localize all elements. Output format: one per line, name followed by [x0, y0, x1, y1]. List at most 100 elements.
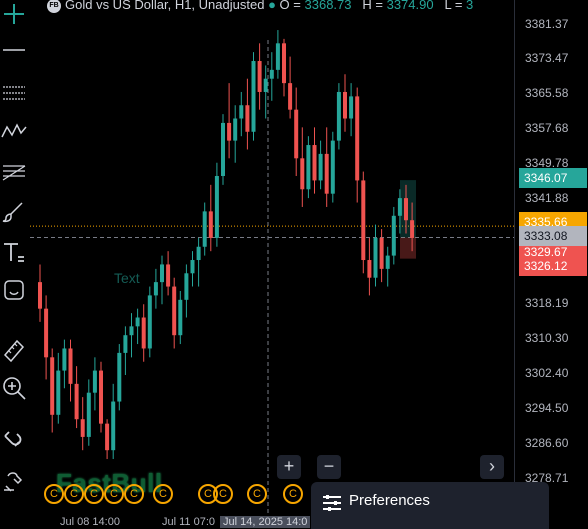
candle-body — [251, 61, 256, 132]
candle-body — [196, 246, 201, 261]
candle-body — [214, 175, 219, 238]
candle-body — [141, 317, 146, 349]
ruler-icon[interactable] — [0, 336, 28, 364]
last-price-label: 3326.12 — [519, 256, 587, 276]
price-tick: 3286.60 — [525, 436, 569, 450]
candle-body — [300, 158, 305, 190]
fastbull-badge-icon: FB — [47, 0, 61, 13]
candle-body — [166, 264, 171, 287]
position-tp-label: 3346.07 — [519, 168, 587, 188]
brush-icon[interactable] — [0, 198, 28, 226]
candle-body — [38, 282, 42, 309]
candle-body — [391, 215, 396, 256]
candle-body — [221, 122, 225, 176]
candle-body — [184, 273, 189, 300]
low-value: 3 — [466, 0, 474, 12]
preferences-label: Preferences — [349, 492, 430, 509]
event-marker-icon[interactable]: C — [64, 484, 84, 504]
price-tick: 3318.19 — [525, 296, 569, 310]
event-marker-icon[interactable]: C — [283, 484, 303, 504]
event-marker-icon[interactable]: C — [213, 484, 233, 504]
candle-body — [367, 260, 372, 278]
zoom-in-icon[interactable] — [0, 374, 28, 402]
candle-body — [410, 220, 415, 238]
candle-body — [263, 78, 268, 92]
candle-body — [86, 392, 91, 437]
price-tick: 3294.50 — [525, 401, 569, 415]
magnet-icon[interactable] — [0, 426, 28, 454]
candle-body — [74, 383, 79, 420]
event-marker-icon[interactable]: C — [247, 484, 267, 504]
crosshair-time-label: Jul 14, 2025 14:0 — [220, 516, 311, 528]
candle-body — [190, 260, 195, 274]
open-value: 3368.73 — [304, 0, 352, 12]
candle-body — [233, 118, 238, 141]
candle-body — [294, 109, 299, 159]
zoom-in-button[interactable]: + — [277, 455, 301, 479]
text-tool-icon[interactable] — [0, 238, 28, 266]
emoji-icon[interactable] — [0, 276, 28, 304]
time-label: Jul 11 07:0 — [162, 516, 216, 528]
candle-body — [123, 335, 128, 353]
candle-body — [160, 264, 164, 283]
price-tick: 3302.40 — [525, 366, 569, 380]
scroll-right-button[interactable]: › — [480, 455, 504, 479]
time-label: Jul 08 14:00 — [60, 516, 120, 528]
candle-body — [153, 282, 158, 296]
candle-body — [324, 153, 329, 194]
candle-body — [275, 43, 280, 70]
candle-body — [80, 419, 85, 437]
chart-legend: FB Gold vs US Dollar, H1, Unadjusted ● O … — [47, 0, 473, 13]
zoom-out-button[interactable]: − — [317, 455, 341, 479]
candle-body — [385, 255, 390, 269]
candle-body — [202, 211, 207, 247]
text-annotation[interactable]: Text — [114, 270, 140, 286]
candle-body — [111, 401, 116, 451]
candle-body — [397, 198, 402, 216]
fib-retracement-icon[interactable] — [0, 158, 28, 186]
candle-body — [269, 69, 274, 79]
candle-body — [227, 122, 232, 141]
crosshair-icon[interactable] — [0, 0, 28, 28]
parallel-channel-icon[interactable] — [0, 78, 28, 106]
price-axis[interactable]: 3381.37 3373.47 3365.58 3357.68 3349.78 … — [514, 0, 588, 529]
lock-icon[interactable] — [0, 468, 28, 496]
candle-body — [355, 96, 360, 181]
candle-body — [208, 211, 213, 238]
position-loss-zone — [400, 237, 416, 259]
candle-body — [178, 299, 183, 336]
candle-body — [99, 370, 103, 424]
event-marker-icon[interactable]: C — [153, 484, 173, 504]
high-value: 3374.90 — [386, 0, 434, 12]
event-marker-icon[interactable]: C — [104, 484, 124, 504]
event-marker-icon[interactable]: C — [124, 484, 144, 504]
event-marker-icon[interactable]: C — [84, 484, 104, 504]
settings-sliders-icon — [323, 495, 341, 511]
price-tick: 3357.68 — [525, 121, 569, 135]
candle-body — [306, 145, 311, 190]
candle-body — [50, 357, 55, 415]
candle-body — [245, 105, 250, 132]
candle-body — [361, 180, 366, 261]
crosshair-price-label: 3333.08 — [519, 226, 587, 246]
candle-body — [373, 237, 378, 278]
horizontal-line-icon[interactable] — [0, 36, 28, 64]
candle-body — [105, 423, 110, 451]
price-tick: 3341.88 — [525, 191, 569, 205]
pattern-icon[interactable] — [0, 116, 28, 144]
symbol-title[interactable]: Gold vs US Dollar, H1, Unadjusted — [65, 0, 264, 12]
candlestick-chart[interactable] — [30, 0, 514, 516]
high-label: H — [362, 0, 372, 12]
chart-plot-area[interactable]: Text — [30, 0, 514, 529]
preferences-button[interactable]: Preferences — [311, 482, 549, 529]
event-marker-icon[interactable]: C — [44, 484, 64, 504]
candle-body — [239, 105, 244, 119]
candle-body — [257, 61, 262, 92]
low-label: L — [444, 0, 452, 12]
candle-body — [404, 198, 408, 221]
price-tick: 3381.37 — [525, 17, 569, 31]
candle-body — [56, 370, 61, 415]
candle-body — [147, 295, 152, 349]
candle-body — [172, 286, 177, 336]
candle-body — [349, 96, 354, 119]
